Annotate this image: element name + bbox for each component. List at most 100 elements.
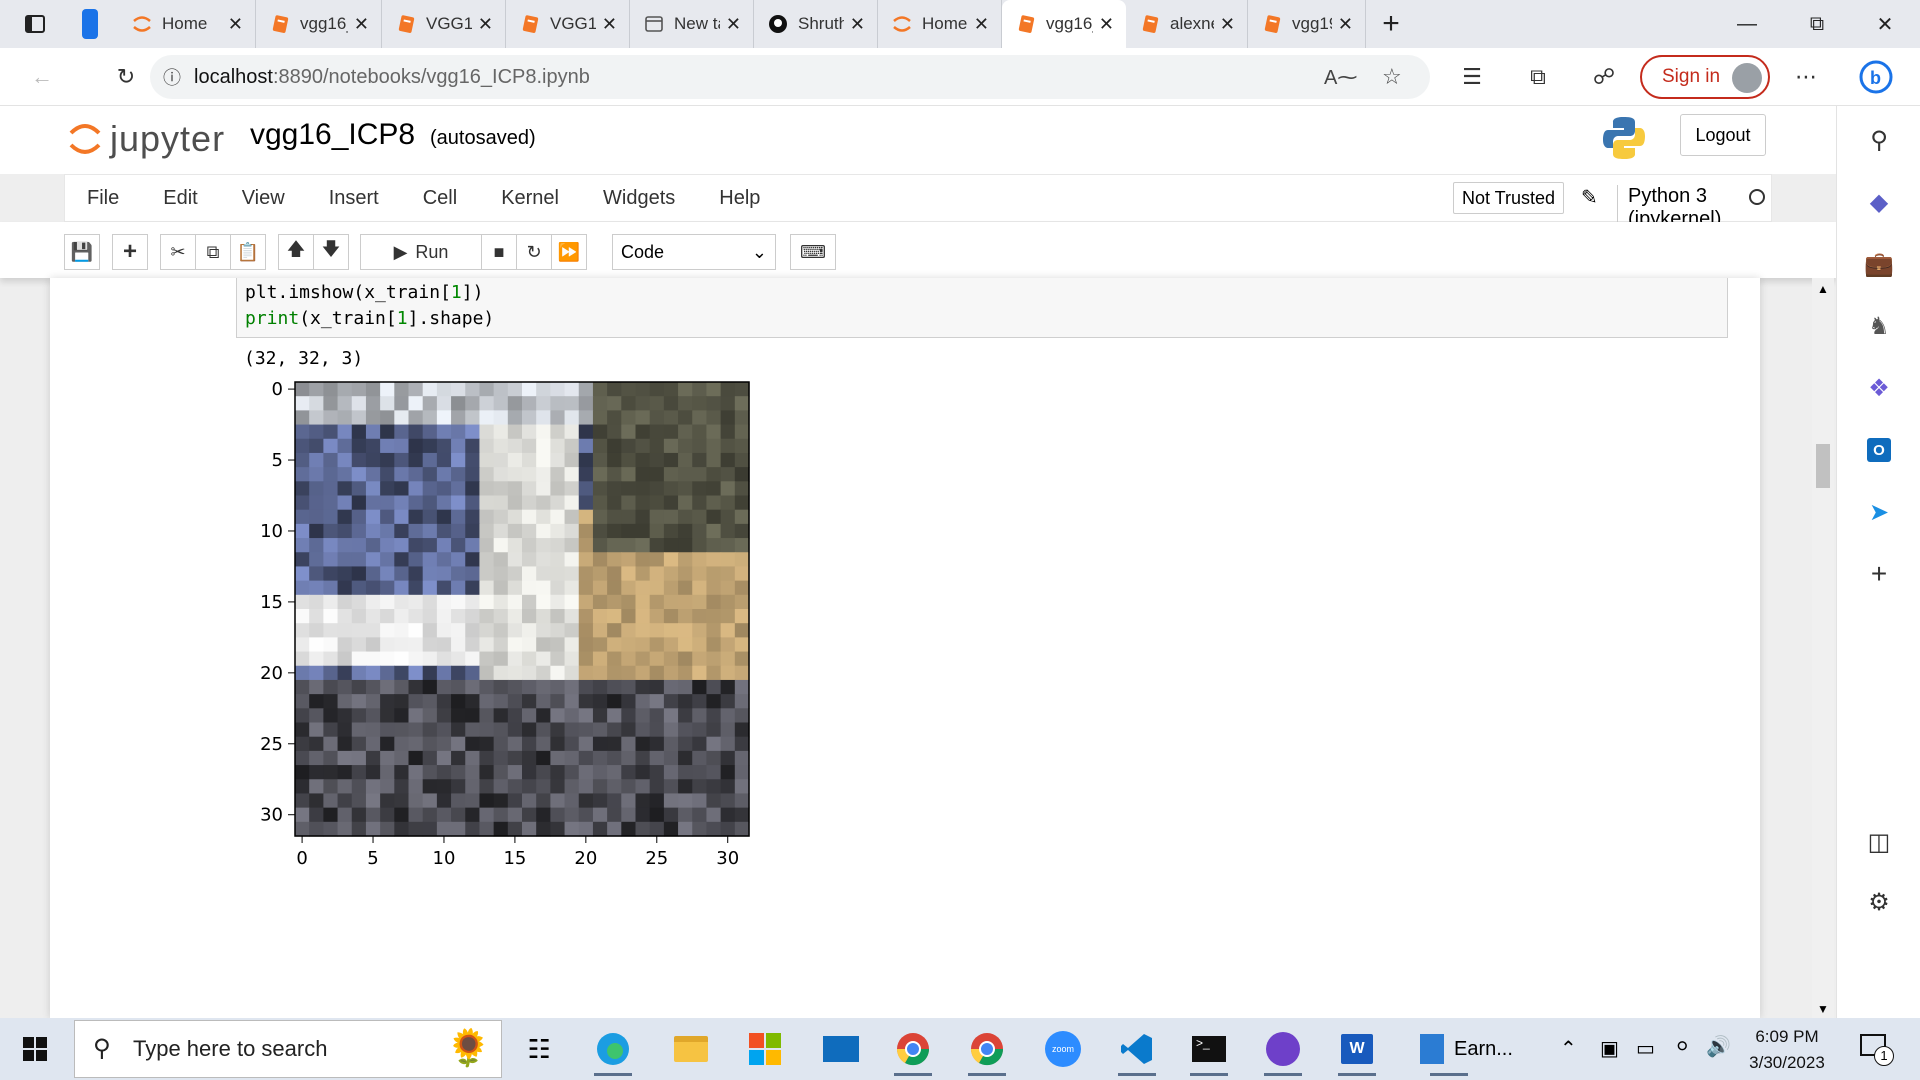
scroll-thumb[interactable] (1816, 444, 1830, 488)
outlook-icon[interactable]: O (1859, 430, 1899, 470)
taskbar-search-box[interactable]: ⚲ Type here to search 🌻 (74, 1020, 502, 1078)
save-button[interactable]: 💾 (64, 234, 100, 270)
sign-in-button[interactable]: Sign in (1640, 55, 1770, 99)
word-icon[interactable]: W (1328, 1022, 1386, 1076)
browser-tab[interactable]: VGG19 ✕ (382, 0, 506, 48)
microsoft-store-icon[interactable] (736, 1022, 794, 1076)
close-tab-icon[interactable]: ✕ (354, 14, 369, 35)
close-tab-icon[interactable]: ✕ (1099, 14, 1114, 35)
chrome-profile-1-icon[interactable] (884, 1022, 942, 1076)
scroll-up-arrow-icon[interactable]: ▲ (1817, 282, 1829, 296)
restore-button[interactable]: ⧉ (1782, 0, 1852, 48)
browser-tab[interactable]: vgg16_ ✕ (1002, 0, 1126, 48)
start-button[interactable] (0, 1018, 70, 1080)
menu-help[interactable]: Help (697, 187, 782, 210)
bing-copilot-icon[interactable]: b (1856, 57, 1896, 97)
close-tab-icon[interactable]: ✕ (1338, 14, 1353, 35)
menu-file[interactable]: File (65, 187, 141, 210)
back-button[interactable]: ← (18, 53, 66, 101)
move-cell-down-button[interactable]: 🡇 (313, 234, 349, 270)
logout-button[interactable]: Logout (1680, 114, 1766, 156)
menu-view[interactable]: View (220, 187, 307, 210)
interrupt-kernel-button[interactable]: ■ (481, 234, 517, 270)
site-info-icon[interactable]: ⓘ (150, 64, 194, 90)
notebook-title[interactable]: vgg16_ICP8 (250, 118, 415, 152)
volume-icon[interactable]: 🔊 (1706, 1034, 1731, 1059)
hide-sidebar-icon[interactable]: ◫ (1859, 822, 1899, 862)
menu-kernel[interactable]: Kernel (479, 187, 581, 210)
drop-send-icon[interactable]: ➤ (1859, 492, 1899, 532)
close-window-button[interactable]: ✕ (1850, 0, 1920, 48)
close-tab-icon[interactable]: ✕ (228, 14, 243, 35)
close-tab-icon[interactable]: ✕ (850, 14, 865, 35)
browser-tab[interactable]: VGG19 ✕ (506, 0, 630, 48)
command-palette-button[interactable]: ⌨ (790, 234, 836, 270)
address-bar[interactable]: ⓘ localhost:8890/notebooks/vgg16_ICP8.ip… (150, 55, 1430, 99)
menu-edit[interactable]: Edit (141, 187, 219, 210)
earn-app-button[interactable]: Earn... (1420, 1022, 1540, 1076)
edge-browser-icon[interactable] (584, 1022, 642, 1076)
settings-gear-icon[interactable]: ⚙ (1859, 882, 1899, 922)
browser-tab[interactable]: Shruth ✕ (754, 0, 878, 48)
close-tab-icon[interactable]: ✕ (974, 14, 989, 35)
restart-run-all-button[interactable]: ⏩ (551, 234, 587, 270)
zoom-icon[interactable]: zoom (1034, 1022, 1092, 1076)
tools-briefcase-icon[interactable]: 💼 (1859, 244, 1899, 284)
more-options-icon[interactable]: ⋯ (1786, 57, 1826, 97)
refresh-button[interactable]: ↻ (102, 53, 150, 101)
browser-tab[interactable]: alexne ✕ (1126, 0, 1248, 48)
microsoft-365-icon[interactable]: ❖ (1859, 368, 1899, 408)
close-tab-icon[interactable]: ✕ (1220, 14, 1235, 35)
browser-tab[interactable]: Home ✕ (878, 0, 1002, 48)
search-icon[interactable]: ⚲ (1859, 120, 1899, 160)
vscode-icon[interactable] (1108, 1022, 1166, 1076)
file-explorer-icon[interactable] (662, 1022, 720, 1076)
collections-icon[interactable]: ⧉ (1518, 57, 1558, 97)
trust-status-button[interactable]: Not Trusted (1453, 182, 1565, 214)
insert-cell-below-button[interactable]: + (112, 234, 148, 270)
browser-tab[interactable]: Home ✕ (118, 0, 256, 48)
github-desktop-icon[interactable] (1254, 1022, 1312, 1076)
terminal-icon[interactable]: >_ (1180, 1022, 1238, 1076)
shopping-tag-icon[interactable]: ◆ (1859, 182, 1899, 222)
read-aloud-icon[interactable]: A⁓ (1324, 65, 1357, 90)
battery-icon[interactable]: ▭ (1636, 1036, 1655, 1061)
task-view-icon[interactable]: ☷ (510, 1022, 568, 1076)
browser-tab[interactable]: New ta ✕ (630, 0, 754, 48)
show-hidden-icons-chevron-icon[interactable]: ⌃ (1560, 1036, 1577, 1061)
close-tab-icon[interactable]: ✕ (478, 14, 493, 35)
close-tab-icon[interactable]: ✕ (726, 14, 741, 35)
tab-actions-button[interactable] (0, 0, 70, 48)
menu-cell[interactable]: Cell (401, 187, 479, 210)
copy-cells-button[interactable]: ⧉ (195, 234, 231, 270)
add-sidebar-app-icon[interactable]: + (1859, 554, 1899, 594)
browser-tab[interactable]: vgg16_ ✕ (256, 0, 382, 48)
chrome-profile-2-icon[interactable] (958, 1022, 1016, 1076)
jupyter-logo[interactable]: jupyter (68, 118, 225, 160)
restart-kernel-button[interactable]: ↻ (516, 234, 552, 270)
minimize-button[interactable]: — (1712, 0, 1782, 48)
performance-icon[interactable]: ☍ (1584, 57, 1624, 97)
games-chess-icon[interactable]: ♞ (1859, 306, 1899, 346)
menu-insert[interactable]: Insert (307, 187, 401, 210)
favorites-icon[interactable]: ☰ (1452, 57, 1492, 97)
move-cell-up-button[interactable]: 🡅 (278, 234, 314, 270)
new-tab-button[interactable]: + (1366, 0, 1416, 48)
browser-tab[interactable]: vgg19_ ✕ (1248, 0, 1366, 48)
paste-cells-button[interactable]: 📋 (230, 234, 266, 270)
close-tab-icon[interactable]: ✕ (602, 14, 617, 35)
workspaces-button[interactable] (70, 0, 110, 48)
cell-type-select[interactable]: Code ⌄ (612, 234, 776, 270)
wifi-icon[interactable]: ⚪ (1674, 1034, 1691, 1059)
meet-now-icon[interactable]: ▣ (1600, 1036, 1619, 1061)
notification-center-button[interactable]: 1 (1860, 1030, 1896, 1066)
page-scrollbar[interactable]: ▲ ▼ (1812, 278, 1834, 1018)
add-favorite-icon[interactable]: ☆ (1382, 64, 1402, 90)
cut-cells-button[interactable]: ✂ (160, 234, 196, 270)
system-clock[interactable]: 6:09 PM 3/30/2023 (1732, 1024, 1842, 1076)
code-cell-input[interactable]: plt.imshow(x_train[1]) print(x_train[1].… (236, 278, 1728, 338)
menu-widgets[interactable]: Widgets (581, 187, 697, 210)
mail-icon[interactable] (812, 1022, 870, 1076)
run-button[interactable]: ▶ Run (360, 234, 482, 270)
scroll-down-arrow-icon[interactable]: ▼ (1817, 1002, 1829, 1016)
